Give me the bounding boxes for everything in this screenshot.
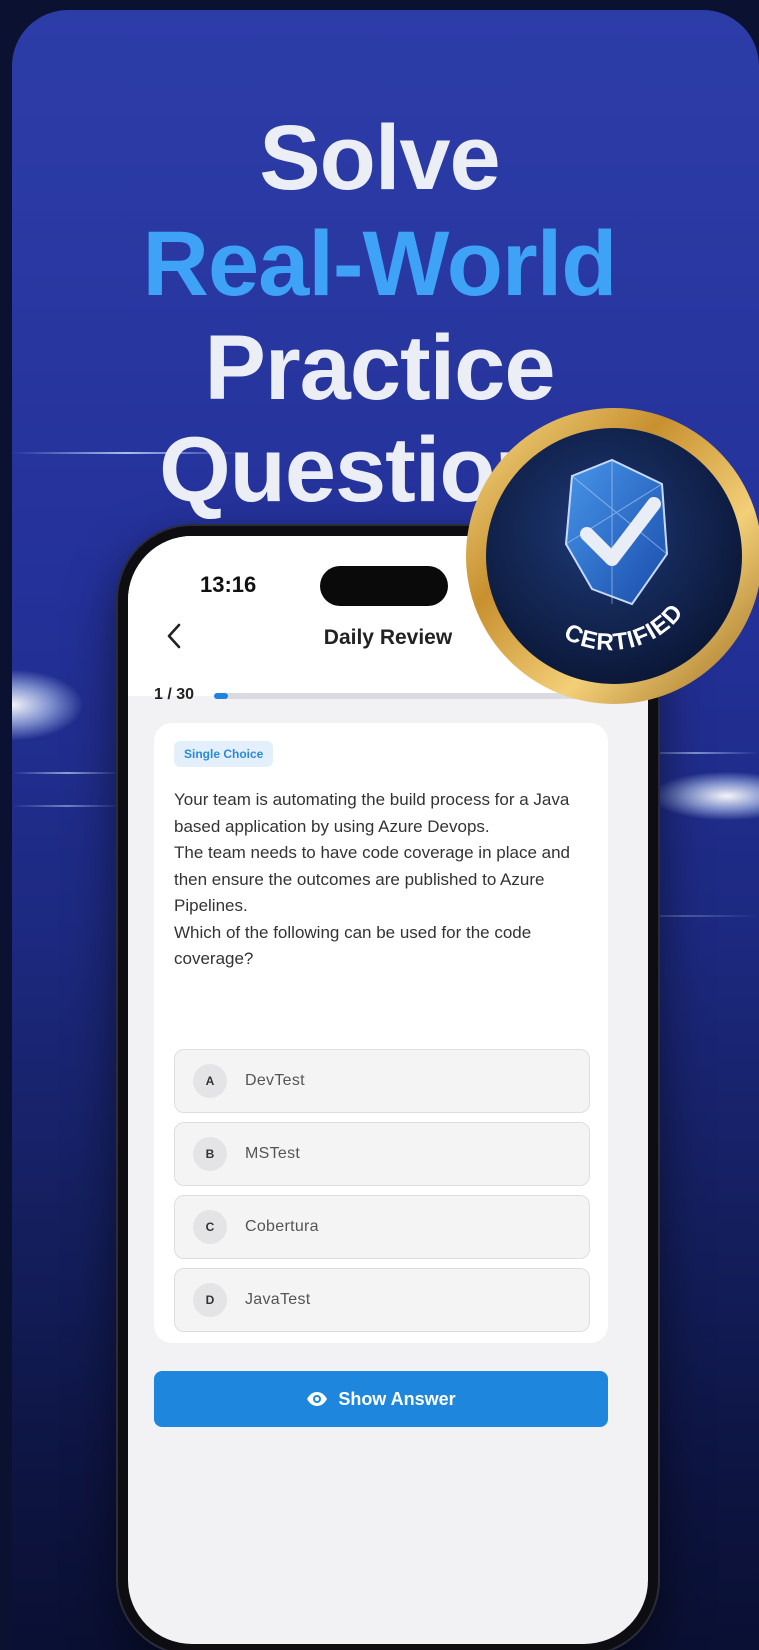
progress-bar-fill [214,693,229,699]
option-letter: A [193,1064,227,1098]
option-text: MSTest [245,1145,301,1162]
answer-option-c[interactable]: C Cobertura [174,1195,590,1259]
status-time: 13:16 [200,572,257,597]
eye-icon [306,1388,328,1410]
progress-counter: 1 / 30 [154,686,195,703]
answer-option-b[interactable]: B MSTest [174,1122,590,1186]
answer-option-d[interactable]: D JavaTest [174,1268,590,1332]
option-letter: B [193,1137,227,1171]
light-streak [12,772,122,774]
option-letter: D [193,1283,227,1317]
light-streak [12,805,122,807]
headline-line-3: Practice [204,317,555,419]
certified-seal: CERTIFIED [462,404,759,714]
option-text: JavaTest [245,1291,311,1308]
option-text: Cobertura [245,1218,319,1235]
light-glow-left [12,670,82,740]
light-glow-right [652,772,759,820]
headline-line-2: Real-World [142,213,618,315]
question-card: Single Choice Your team is automating th… [154,723,608,1343]
answer-option-a[interactable]: A DevTest [174,1049,590,1113]
show-answer-button[interactable]: Show Answer [154,1371,608,1427]
question-text: Your team is automating the build proces… [174,790,570,968]
question-type-badge: Single Choice [174,741,274,767]
option-text: DevTest [245,1072,305,1089]
option-letter: C [193,1210,227,1244]
dynamic-island [320,566,448,606]
headline-line-1: Solve [259,107,500,209]
show-answer-label: Show Answer [338,1388,456,1409]
